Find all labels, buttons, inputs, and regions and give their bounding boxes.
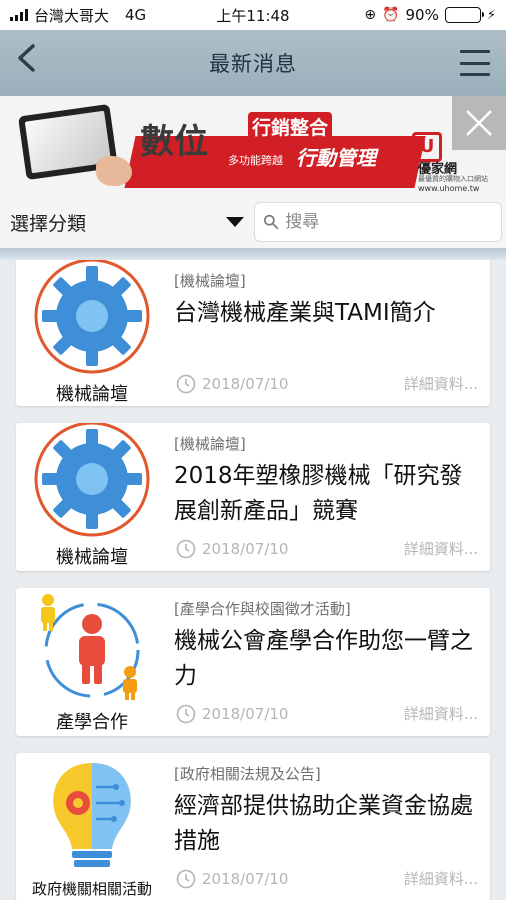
news-date-text: 2018/07/10: [202, 540, 289, 558]
rotation-lock-icon: ⊕: [364, 7, 377, 23]
details-link[interactable]: 詳細資料...: [404, 868, 478, 889]
news-title: 經濟部提供協助企業資金協處措施: [174, 793, 473, 854]
lightbulb-icon: [53, 763, 131, 867]
news-title: 2018年塑橡膠機械「研究發展創新產品」競賽: [174, 463, 463, 524]
status-left: 台灣大哥大 4G: [10, 5, 146, 26]
category-select-label: 選擇分類: [10, 212, 87, 235]
charging-icon: ⚡: [486, 7, 496, 23]
news-title: 台灣機械產業與TAMI簡介: [174, 300, 436, 326]
hamburger-icon: [460, 50, 490, 53]
details-link[interactable]: 詳細資料...: [404, 703, 478, 724]
details-link[interactable]: 詳細資料...: [404, 373, 478, 394]
thumbnail-label: 政府機關相關活動: [31, 880, 152, 898]
news-date: 2018/07/10: [176, 374, 288, 394]
news-category: [機械論壇]: [174, 435, 246, 453]
thumbnail-label: 機械論壇: [56, 384, 128, 405]
close-icon: [466, 110, 492, 136]
news-thumbnail: 機械論壇: [16, 421, 168, 571]
banner-main-text: 數位: [140, 122, 208, 162]
carrier-name: 台灣大哥大: [34, 6, 110, 25]
uhome-slogan: 最優質的購物入口網站: [418, 175, 488, 183]
news-list: 機械論壇 [機械論壇] 台灣機械產業與TAMI簡介 2018/07/10 詳細資…: [16, 258, 490, 900]
clock-icon: [176, 539, 196, 559]
alarm-icon: ⏰: [382, 7, 400, 23]
news-title: 機械公會產學合作助您一臂之力: [174, 628, 473, 689]
status-bar: 台灣大哥大 4G 上午11:48 ⊕ ⏰ 90% ⚡: [0, 0, 506, 30]
news-thumbnail: 政府機關相關活動: [16, 753, 168, 900]
nav-bar: 最新消息: [0, 30, 506, 96]
banner-subtext: 多功能跨越: [228, 154, 283, 167]
news-item[interactable]: 機械論壇 [機械論壇] 2018年塑橡膠機械「研究發展創新產品」競賽 2018/…: [16, 421, 490, 571]
search-box[interactable]: [254, 202, 502, 242]
news-item[interactable]: 機械論壇 [機械論壇] 台灣機械產業與TAMI簡介 2018/07/10 詳細資…: [16, 258, 490, 408]
gear-icon: [34, 421, 150, 537]
hand-image: [96, 156, 132, 186]
ad-close-button[interactable]: [452, 96, 506, 150]
news-date-text: 2018/07/10: [202, 870, 289, 888]
search-input[interactable]: [285, 212, 493, 232]
banner-tag-marketing: 行銷整合: [248, 112, 333, 141]
news-date-text: 2018/07/10: [202, 375, 289, 393]
thumbnail-label: 產學合作: [56, 712, 128, 733]
people-cooperation-icon: [41, 594, 140, 700]
news-date: 2018/07/10: [176, 704, 288, 724]
battery-icon: [444, 7, 484, 23]
filter-divider: [0, 248, 506, 260]
news-category: [政府相關法規及公告]: [174, 765, 321, 783]
news-category: [產學合作與校園徵才活動]: [174, 600, 351, 618]
search-icon: [263, 214, 279, 230]
gear-icon: [34, 258, 150, 374]
caret-down-icon: [226, 217, 244, 227]
clock-icon: [176, 704, 196, 724]
news-item[interactable]: 政府機關相關活動 [政府相關法規及公告] 經濟部提供協助企業資金協處措施 201…: [16, 753, 490, 900]
page-title: 最新消息: [209, 52, 297, 76]
menu-button[interactable]: [460, 50, 490, 76]
category-select[interactable]: 選擇分類: [0, 196, 254, 248]
clock-icon: [176, 374, 196, 394]
network-type: 4G: [125, 6, 147, 24]
news-date-text: 2018/07/10: [202, 705, 289, 723]
clock-icon: [176, 869, 196, 889]
thumbnail-label: 機械論壇: [56, 547, 128, 568]
news-item[interactable]: 產學合作 [產學合作與校園徵才活動] 機械公會產學合作助您一臂之力 2018/0…: [16, 588, 490, 736]
news-category: [機械論壇]: [174, 272, 246, 290]
uhome-url: www.uhome.tw: [418, 184, 480, 193]
news-date: 2018/07/10: [176, 869, 288, 889]
news-date: 2018/07/10: [176, 539, 288, 559]
banner-ad[interactable]: 數位 行銷整合 多功能跨越 行動管理 U 優家網 最優質的購物入口網站 www.…: [0, 96, 506, 196]
banner-tag-mobile: 行動管理: [296, 146, 376, 170]
news-thumbnail: 產學合作: [16, 588, 168, 736]
signal-icon: [10, 9, 28, 21]
details-link[interactable]: 詳細資料...: [404, 538, 478, 559]
filter-bar: 選擇分類: [0, 196, 506, 248]
news-thumbnail: 機械論壇: [16, 258, 168, 408]
battery-percent: 90%: [405, 6, 439, 24]
status-right: ⊕ ⏰ 90% ⚡: [364, 6, 496, 24]
